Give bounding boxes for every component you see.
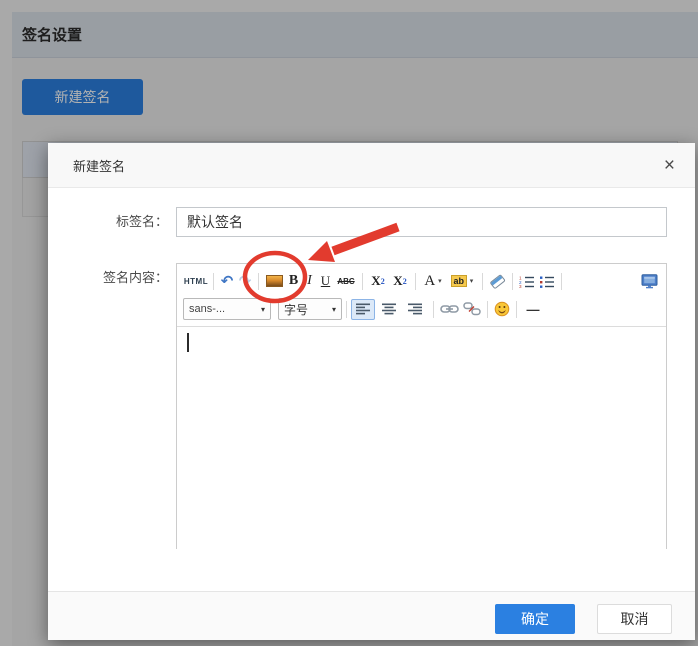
unlink-button[interactable] [461,298,483,320]
font-size-select[interactable]: 字号 ▾ [278,298,342,320]
toolbar-separator [516,301,517,318]
screen: 签名设置 新建签名 新建签名 × 标签名： 签名内容： HTML ↶ ↷ [0,0,698,646]
superscript-exp: 2 [381,277,385,286]
eraser-icon [489,274,506,289]
editor-toolbar: HTML ↶ ↷ B I U ABC X2 X2 [177,264,666,327]
toolbar-separator [487,301,488,318]
ordered-list-icon: 1 2 3 [519,275,535,288]
signature-name-input[interactable] [176,207,667,237]
strikethrough-button[interactable]: ABC [334,270,358,292]
font-family-value: sans-... [189,303,225,315]
text-caret [187,333,189,352]
remove-format-button[interactable] [487,270,508,292]
bold-button[interactable]: B [285,270,302,292]
monitor-icon [641,274,658,289]
toolbar-separator [346,301,347,318]
toolbar-separator [433,301,434,318]
svg-text:3: 3 [519,284,522,288]
align-right-icon [408,303,422,315]
undo-icon[interactable]: ↶ [218,270,236,292]
html-source-button[interactable]: HTML [183,270,209,292]
dialog-header: 新建签名 × [48,143,695,188]
toolbar-separator [258,273,259,290]
cancel-button[interactable]: 取消 [597,604,672,634]
subscript-base: X [393,273,402,289]
unordered-list-icon [539,275,555,288]
toolbar-row-1: HTML ↶ ↷ B I U ABC X2 X2 [183,267,660,295]
chevron-down-icon: ▾ [470,277,474,285]
align-center-icon [382,303,396,315]
font-color-letter: A [424,273,435,290]
toolbar-separator [362,273,363,290]
signature-content-label: 签名内容： [48,263,168,293]
chevron-down-icon: ▾ [332,305,336,314]
toolbar-separator [415,273,416,290]
font-family-select[interactable]: sans-... ▾ [183,298,271,320]
font-color-button[interactable]: A ▾ [420,270,446,292]
chevron-down-icon: ▾ [261,305,265,314]
align-left-button[interactable] [351,299,375,320]
horizontal-rule-button[interactable]: — [521,298,545,320]
superscript-button[interactable]: X2 [367,270,389,292]
toolbar-separator [482,273,483,290]
toolbar-separator [512,273,513,290]
insert-link-button[interactable] [438,298,461,320]
signature-content-editor: HTML ↶ ↷ B I U ABC X2 X2 [176,263,667,549]
italic-button[interactable]: I [302,270,317,292]
highlight-icon: ab [451,275,467,287]
toolbar-separator [561,273,562,290]
chevron-down-icon: ▾ [438,277,442,285]
align-center-button[interactable] [377,299,401,320]
smiley-icon [494,301,510,317]
subscript-button[interactable]: X2 [389,270,411,292]
superscript-base: X [371,273,380,289]
dialog-title: 新建签名 [73,156,125,175]
highlight-color-button[interactable]: ab ▾ [446,270,478,292]
toolbar-row-2: sans-... ▾ 字号 ▾ [183,296,660,322]
align-left-icon [356,303,370,315]
editor-text-area[interactable] [177,327,666,555]
align-right-button[interactable] [403,299,427,320]
unordered-list-button[interactable] [537,270,557,292]
insert-image-button[interactable] [263,270,285,292]
unlink-icon [463,302,481,316]
close-icon[interactable]: × [664,156,675,175]
link-icon [440,303,459,315]
fullscreen-button[interactable] [639,270,660,292]
redo-icon: ↷ [236,270,254,292]
emoticon-button[interactable] [492,298,512,320]
dialog-footer: 确定 取消 [48,591,695,640]
ordered-list-button[interactable]: 1 2 3 [517,270,537,292]
confirm-button[interactable]: 确定 [495,604,575,634]
image-icon [266,275,283,287]
toolbar-separator [213,273,214,290]
underline-button[interactable]: U [317,270,334,292]
font-size-value: 字号 [284,301,308,318]
label-name-field-label: 标签名： [48,207,168,237]
new-signature-dialog: 新建签名 × 标签名： 签名内容： HTML ↶ ↷ B I [48,143,695,640]
subscript-sub: 2 [403,277,407,286]
